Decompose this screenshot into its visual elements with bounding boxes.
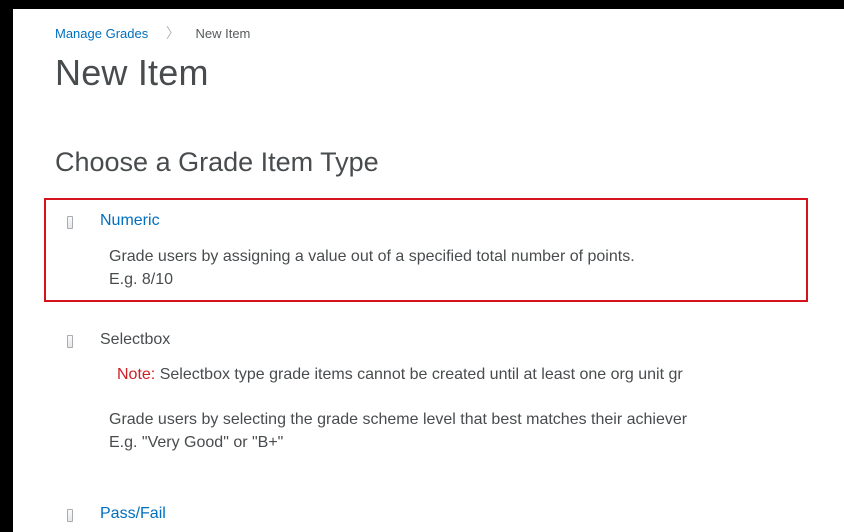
note-text: Selectbox type grade items cannot be cre… [155, 366, 683, 383]
grade-item-page: Manage Grades 〉 New Item New Item Choose… [13, 9, 844, 532]
section-title: Choose a Grade Item Type [55, 147, 379, 177]
selectbox-radio-button[interactable] [67, 335, 73, 348]
note-label: Note: [117, 366, 156, 383]
pass-fail-radio-button[interactable] [67, 509, 73, 522]
selectbox-description: Grade users by selecting the grade schem… [109, 411, 688, 428]
highlight-box [44, 198, 808, 302]
breadcrumb-separator-icon: 〉 [165, 25, 180, 41]
page-title: New Item [55, 52, 209, 93]
selectbox-note: Note: Selectbox type grade items cannot … [117, 364, 683, 386]
breadcrumb-current: New Item [195, 26, 251, 41]
breadcrumb: Manage Grades 〉 New Item [55, 23, 250, 43]
breadcrumb-manage-grades-link[interactable]: Manage Grades [55, 26, 148, 41]
pass-fail-link[interactable]: Pass/Fail [100, 505, 166, 523]
selectbox-label[interactable]: Selectbox [100, 331, 170, 349]
selectbox-example: E.g. "Very Good" or "B+" [109, 434, 284, 451]
